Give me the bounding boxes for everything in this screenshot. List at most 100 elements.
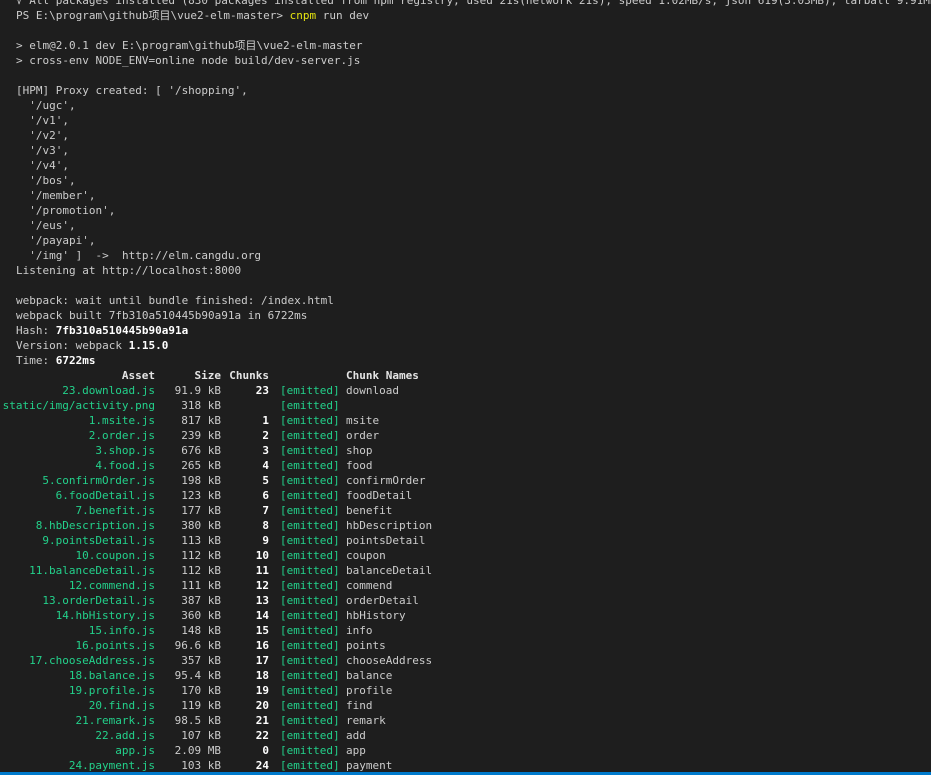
- proxy-line: '/bos',: [16, 174, 76, 187]
- emitted-status: [emitted]: [280, 594, 340, 607]
- version-value: 1.15.0: [128, 339, 169, 352]
- emitted-status: [emitted]: [280, 429, 340, 442]
- asset-size: 123 kB: [181, 489, 221, 502]
- time-value: 6722ms: [55, 354, 96, 367]
- header-size: Size: [194, 369, 222, 382]
- chunk-name: balanceDetail: [346, 564, 433, 577]
- proxy-line: '/promotion',: [16, 204, 116, 217]
- asset-chunk: 24: [255, 759, 269, 772]
- chunk-name: points: [346, 639, 386, 652]
- asset-name: 23.download.js: [62, 384, 155, 397]
- proxy-line: '/payapi',: [16, 234, 96, 247]
- header-chunk-names: Chunk Names: [346, 369, 419, 382]
- shell-prompt: PS E:\program\github项目\vue2-elm-master> …: [16, 8, 931, 23]
- asset-table: 23.download.js 91.9 kB 23 [emitted] download…: [3, 383, 931, 773]
- asset-chunk: 21: [255, 714, 269, 727]
- asset-chunk: 8: [262, 519, 269, 532]
- asset-name: 13.orderDetail.js: [42, 594, 155, 607]
- chunk-name: order: [346, 429, 380, 442]
- emitted-status: [emitted]: [280, 489, 340, 502]
- prompt-path: PS E:\program\github项目\vue2-elm-master>: [16, 9, 290, 22]
- table-row: 4.food.js 265 kB 4 [emitted] food: [16, 458, 931, 473]
- asset-size: 177 kB: [181, 504, 221, 517]
- asset-chunk: 1: [262, 414, 269, 427]
- table-row: 5.confirmOrder.js 198 kB 5 [emitted] confirm…: [16, 473, 931, 488]
- emitted-status: [emitted]: [280, 714, 340, 727]
- asset-name: 2.order.js: [88, 429, 155, 442]
- hash-line: Hash: 7fb310a510445b90a91a: [16, 324, 189, 337]
- asset-name: 9.pointsDetail.js: [42, 534, 155, 547]
- asset-size: 380 kB: [181, 519, 221, 532]
- prompt-command: cnpm: [289, 9, 317, 22]
- emitted-status: [emitted]: [280, 474, 340, 487]
- asset-chunk: 18: [255, 669, 269, 682]
- webpack-line: webpack built 7fb310a510445b90a91a in 67…: [16, 309, 308, 322]
- header-chunks: Chunks: [229, 369, 269, 382]
- emitted-status: [emitted]: [280, 504, 340, 517]
- chunk-name: app: [346, 744, 366, 757]
- proxy-line: [HPM] Proxy created: [ '/shopping',: [16, 84, 248, 97]
- asset-chunk: 23: [255, 384, 269, 397]
- asset-size: 96.6 kB: [174, 639, 221, 652]
- asset-chunk: 20: [255, 699, 269, 712]
- terminal-output: √ All packages installed (830 packages i…: [3, 0, 931, 773]
- chunk-name: shop: [346, 444, 373, 457]
- emitted-status: [emitted]: [280, 384, 340, 397]
- table-row: 13.orderDetail.js 387 kB 13 [emitted] orderD…: [16, 593, 931, 608]
- chunk-name: remark: [346, 714, 386, 727]
- table-row: 1.msite.js 817 kB 1 [emitted] msite: [16, 413, 931, 428]
- asset-chunk: 4: [262, 459, 269, 472]
- table-row: 23.download.js 91.9 kB 23 [emitted] download: [16, 383, 931, 398]
- emitted-status: [emitted]: [280, 729, 340, 742]
- table-row: 18.balance.js 95.4 kB 18 [emitted] balance: [16, 668, 931, 683]
- asset-size: 112 kB: [181, 549, 221, 562]
- table-row: 10.coupon.js 112 kB 10 [emitted] coupon: [16, 548, 931, 563]
- webpack-line: webpack: wait until bundle finished: /in…: [16, 294, 334, 307]
- chunk-name: profile: [346, 684, 393, 697]
- asset-size: 148 kB: [181, 624, 221, 637]
- chunk-name: benefit: [346, 504, 393, 517]
- chunk-name: download: [346, 384, 399, 397]
- asset-chunk: 3: [262, 444, 269, 457]
- asset-table-header: Asset Size Chunks Chunk Names: [16, 368, 931, 383]
- asset-size: 170 kB: [181, 684, 221, 697]
- chunk-name: pointsDetail: [346, 534, 426, 547]
- table-row: 6.foodDetail.js 123 kB 6 [emitted] foodDetai…: [16, 488, 931, 503]
- table-row: 21.remark.js 98.5 kB 21 [emitted] remark: [16, 713, 931, 728]
- asset-size: 113 kB: [181, 534, 221, 547]
- proxy-line: '/v4',: [16, 159, 69, 172]
- script-line: > elm@2.0.1 dev E:\program\github项目\vue2…: [16, 39, 363, 52]
- hash-value: 7fb310a510445b90a91a: [55, 324, 189, 337]
- asset-size: 676 kB: [181, 444, 221, 457]
- emitted-status: [emitted]: [280, 639, 340, 652]
- chunk-name: hbHistory: [346, 609, 406, 622]
- asset-name: 5.confirmOrder.js: [42, 474, 155, 487]
- asset-name: 19.profile.js: [68, 684, 155, 697]
- header-asset: Asset: [121, 369, 155, 382]
- asset-size: 103 kB: [181, 759, 221, 772]
- terminal-panel[interactable]: √ All packages installed (830 packages i…: [0, 0, 931, 775]
- table-row: 24.payment.js 103 kB 24 [emitted] payment: [16, 758, 931, 773]
- asset-name: 14.hbHistory.js: [55, 609, 155, 622]
- asset-size: 119 kB: [181, 699, 221, 712]
- asset-chunk: 22: [255, 729, 269, 742]
- asset-size: 91.9 kB: [174, 384, 221, 397]
- asset-name: 10.coupon.js: [75, 549, 155, 562]
- emitted-status: [emitted]: [280, 414, 340, 427]
- prompt-args: run dev: [316, 9, 370, 22]
- chunk-name: confirmOrder: [346, 474, 426, 487]
- chunk-name: balance: [346, 669, 393, 682]
- proxy-line: '/v1',: [16, 114, 69, 127]
- emitted-status: [emitted]: [280, 744, 340, 757]
- chunk-name: chooseAddress: [346, 654, 433, 667]
- asset-name: 3.shop.js: [95, 444, 155, 457]
- chunk-name: hbDescription: [346, 519, 433, 532]
- asset-chunk: 19: [255, 684, 269, 697]
- emitted-status: [emitted]: [280, 459, 340, 472]
- emitted-status: [emitted]: [280, 609, 340, 622]
- asset-size: 318 kB: [181, 399, 221, 412]
- chunk-name: add: [346, 729, 366, 742]
- asset-name: 8.hbDescription.js: [35, 519, 155, 532]
- table-row: 19.profile.js 170 kB 19 [emitted] profile: [16, 683, 931, 698]
- asset-size: 817 kB: [181, 414, 221, 427]
